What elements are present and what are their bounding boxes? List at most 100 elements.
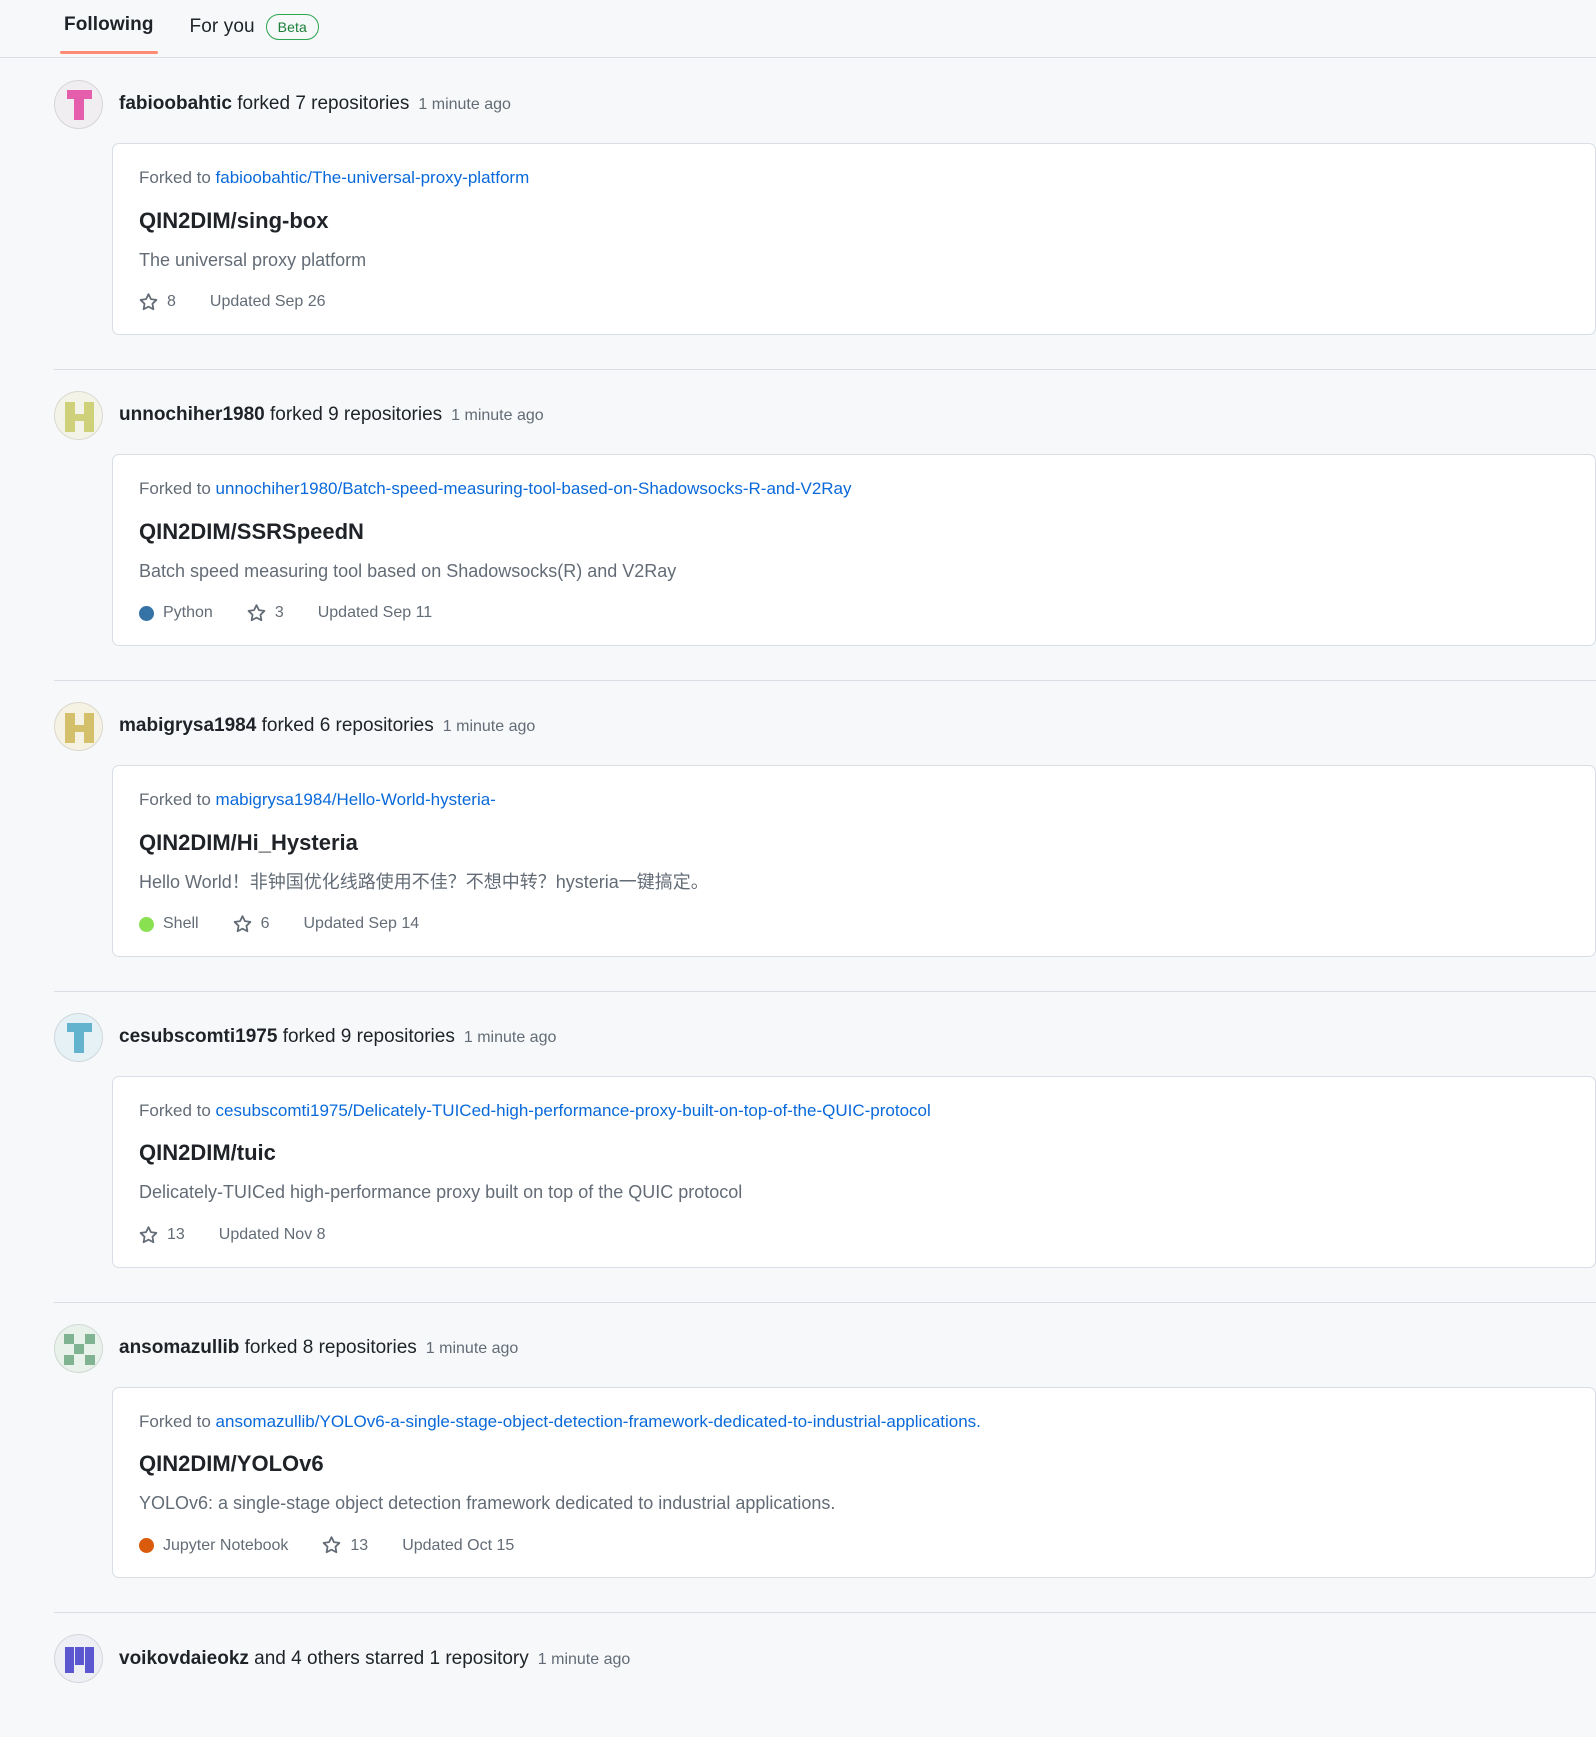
star-count-value: 8 xyxy=(167,293,176,311)
timestamp: 1 minute ago xyxy=(425,1339,519,1357)
action-text: forked 9 repositories xyxy=(270,404,443,426)
feed-item-headline: mabigrysa1984 forked 6 repositories 1 min… xyxy=(119,714,535,739)
repository-card: Forked to ansomazullib/YOLOv6-a-single-s… xyxy=(112,1386,1596,1579)
forked-to-link[interactable]: unnochiher1980/Batch-speed-measuring-too… xyxy=(216,479,852,498)
forked-to-line: Forked to fabioobahtic/The-universal-pro… xyxy=(139,166,1469,190)
actor-link[interactable]: cesubscomti1975 xyxy=(119,1026,277,1047)
feed-item: mabigrysa1984 forked 6 repositories 1 min… xyxy=(0,679,1596,991)
repository-meta: Python 3 Updated Sep 11 xyxy=(139,604,1469,623)
forked-to-label: Forked to xyxy=(139,168,211,187)
avatar[interactable] xyxy=(54,390,103,440)
actor-link[interactable]: ansomazullib xyxy=(119,1337,239,1358)
repository-link[interactable]: QIN2DIM/Hi_Hysteria xyxy=(139,830,358,856)
feed-separator xyxy=(54,990,1596,992)
tab-for-you[interactable]: For you Beta xyxy=(186,14,323,58)
repository-card-inner: Forked to fabioobahtic/The-universal-pro… xyxy=(139,166,1469,312)
action-text: forked 7 repositories xyxy=(237,93,410,115)
repository-description: Batch speed measuring tool based on Shad… xyxy=(139,560,677,581)
feed-separator xyxy=(54,679,1596,681)
forked-to-line: Forked to ansomazullib/YOLOv6-a-single-s… xyxy=(139,1410,1469,1434)
repository-link[interactable]: QIN2DIM/SSRSpeedN xyxy=(139,519,364,545)
repository-description: Delicately-TUICed high-performance proxy… xyxy=(139,1182,743,1203)
feed-tabbar: Following For you Beta xyxy=(0,0,1596,58)
language-label: Shell xyxy=(163,915,199,933)
star-count-value: 13 xyxy=(350,1536,369,1554)
star-count[interactable]: 13 xyxy=(139,1225,185,1245)
star-count[interactable]: 8 xyxy=(139,293,176,312)
forked-to-link[interactable]: cesubscomti1975/Delicately-TUICed-high-p… xyxy=(216,1101,931,1120)
star-count[interactable]: 13 xyxy=(322,1536,368,1555)
repository-card: Forked to fabioobahtic/The-universal-pro… xyxy=(112,143,1596,335)
github-feed-page: Following For you Beta fabioobahtic fork… xyxy=(0,0,1596,1738)
action-text: and 4 others starred 1 repository xyxy=(254,1647,529,1669)
updated-timestamp: Updated Oct 15 xyxy=(402,1536,515,1554)
feed-item: cesubscomti1975 forked 9 repositories 1 m… xyxy=(0,990,1596,1302)
avatar[interactable] xyxy=(54,701,103,751)
feed-item-spacer xyxy=(0,1267,1596,1302)
feed-item: ansomazullib forked 8 repositories 1 minu… xyxy=(0,1301,1596,1613)
actor-link[interactable]: fabioobahtic xyxy=(119,93,232,114)
repository-meta: 13 Updated Nov 8 xyxy=(139,1225,1469,1245)
feed-item-headline: cesubscomti1975 forked 9 repositories 1 m… xyxy=(119,1025,556,1050)
repository-link[interactable]: QIN2DIM/tuic xyxy=(139,1140,276,1166)
language-indicator: Jupyter Notebook xyxy=(139,1537,288,1555)
repository-description: YOLOv6: a single-stage object detection … xyxy=(139,1493,836,1514)
repository-card: Forked to cesubscomti1975/Delicately-TUI… xyxy=(112,1075,1596,1268)
feed-item-headline: ansomazullib forked 8 repositories 1 minu… xyxy=(119,1336,518,1361)
feed-item-headline: voikovdaieokz and 4 others starred 1 rep… xyxy=(119,1647,630,1672)
feed-item-header: fabioobahtic forked 7 repositories 1 minu… xyxy=(0,58,1596,143)
forked-to-label: Forked to xyxy=(139,478,211,498)
forked-to-label: Forked to xyxy=(139,1100,211,1120)
avatar[interactable] xyxy=(54,1634,103,1684)
updated-timestamp: Updated Sep 26 xyxy=(209,293,326,311)
feed-item-spacer xyxy=(0,334,1596,369)
repository-card-inner: Forked to mabigrysa1984/Hello-World-hyst… xyxy=(139,788,1469,934)
repository-card-inner: Forked to cesubscomti1975/Delicately-TUI… xyxy=(139,1099,1469,1245)
avatar[interactable] xyxy=(54,80,103,129)
updated-timestamp: Updated Sep 11 xyxy=(317,604,433,622)
feed-item-header: voikovdaieokz and 4 others starred 1 rep… xyxy=(0,1612,1596,1697)
language-color-dot-icon xyxy=(139,916,154,932)
actor-link[interactable]: voikovdaieokz xyxy=(119,1648,249,1669)
updated-timestamp: Updated Nov 8 xyxy=(218,1226,326,1244)
tab-following-label: Following xyxy=(64,14,154,35)
feed-item-spacer xyxy=(0,956,1596,991)
action-text: forked 8 repositories xyxy=(244,1336,417,1358)
tab-following[interactable]: Following xyxy=(60,14,158,54)
feed-item: voikovdaieokz and 4 others starred 1 rep… xyxy=(0,1612,1596,1738)
star-count-value: 13 xyxy=(167,1226,185,1244)
repository-card: Forked to unnochiher1980/Batch-speed-mea… xyxy=(112,453,1596,646)
repository-card-inner: Forked to unnochiher1980/Batch-speed-mea… xyxy=(139,477,1469,623)
actor-link[interactable]: unnochiher1980 xyxy=(119,404,265,425)
language-label: Jupyter Notebook xyxy=(163,1536,289,1554)
feed-item-headline: fabioobahtic forked 7 repositories 1 minu… xyxy=(119,92,511,117)
avatar[interactable] xyxy=(54,1012,103,1062)
feed-item-spacer xyxy=(0,1697,1596,1738)
timestamp: 1 minute ago xyxy=(537,1650,631,1668)
actor-link[interactable]: mabigrysa1984 xyxy=(119,715,256,736)
repository-card-inner: Forked to ansomazullib/YOLOv6-a-single-s… xyxy=(139,1410,1469,1556)
language-color-dot-icon xyxy=(139,605,154,621)
star-icon xyxy=(323,1536,341,1554)
star-count-value: 3 xyxy=(274,604,284,622)
forked-to-link[interactable]: mabigrysa1984/Hello-World-hysteria- xyxy=(216,790,496,809)
timestamp: 1 minute ago xyxy=(418,96,511,114)
feed-item-header: mabigrysa1984 forked 6 repositories 1 min… xyxy=(0,680,1596,765)
forked-to-label: Forked to xyxy=(139,789,211,809)
star-count[interactable]: 6 xyxy=(233,914,269,934)
avatar[interactable] xyxy=(54,1323,103,1373)
forked-to-link[interactable]: ansomazullib/YOLOv6-a-single-stage-objec… xyxy=(216,1412,981,1431)
feed-separator xyxy=(54,368,1596,370)
repository-link[interactable]: QIN2DIM/sing-box xyxy=(139,208,328,234)
timestamp: 1 minute ago xyxy=(463,1028,557,1046)
star-count[interactable]: 3 xyxy=(247,604,284,623)
repository-description: Hello World！非钟国优化线路使用不佳？不想中转？hysteria一键搞… xyxy=(139,871,709,892)
forked-to-link[interactable]: fabioobahtic/The-universal-proxy-platfor… xyxy=(216,168,530,187)
feed-item-header: unnochiher1980 forked 9 repositories 1 mi… xyxy=(0,369,1596,454)
language-label: Python xyxy=(163,604,213,622)
star-icon xyxy=(247,604,266,621)
repository-meta: Jupyter Notebook 13 Updated Oct 15 xyxy=(139,1536,1469,1555)
repository-link[interactable]: QIN2DIM/YOLOv6 xyxy=(139,1451,324,1477)
feed-item-spacer xyxy=(0,1578,1596,1613)
language-indicator: Shell xyxy=(139,915,199,933)
